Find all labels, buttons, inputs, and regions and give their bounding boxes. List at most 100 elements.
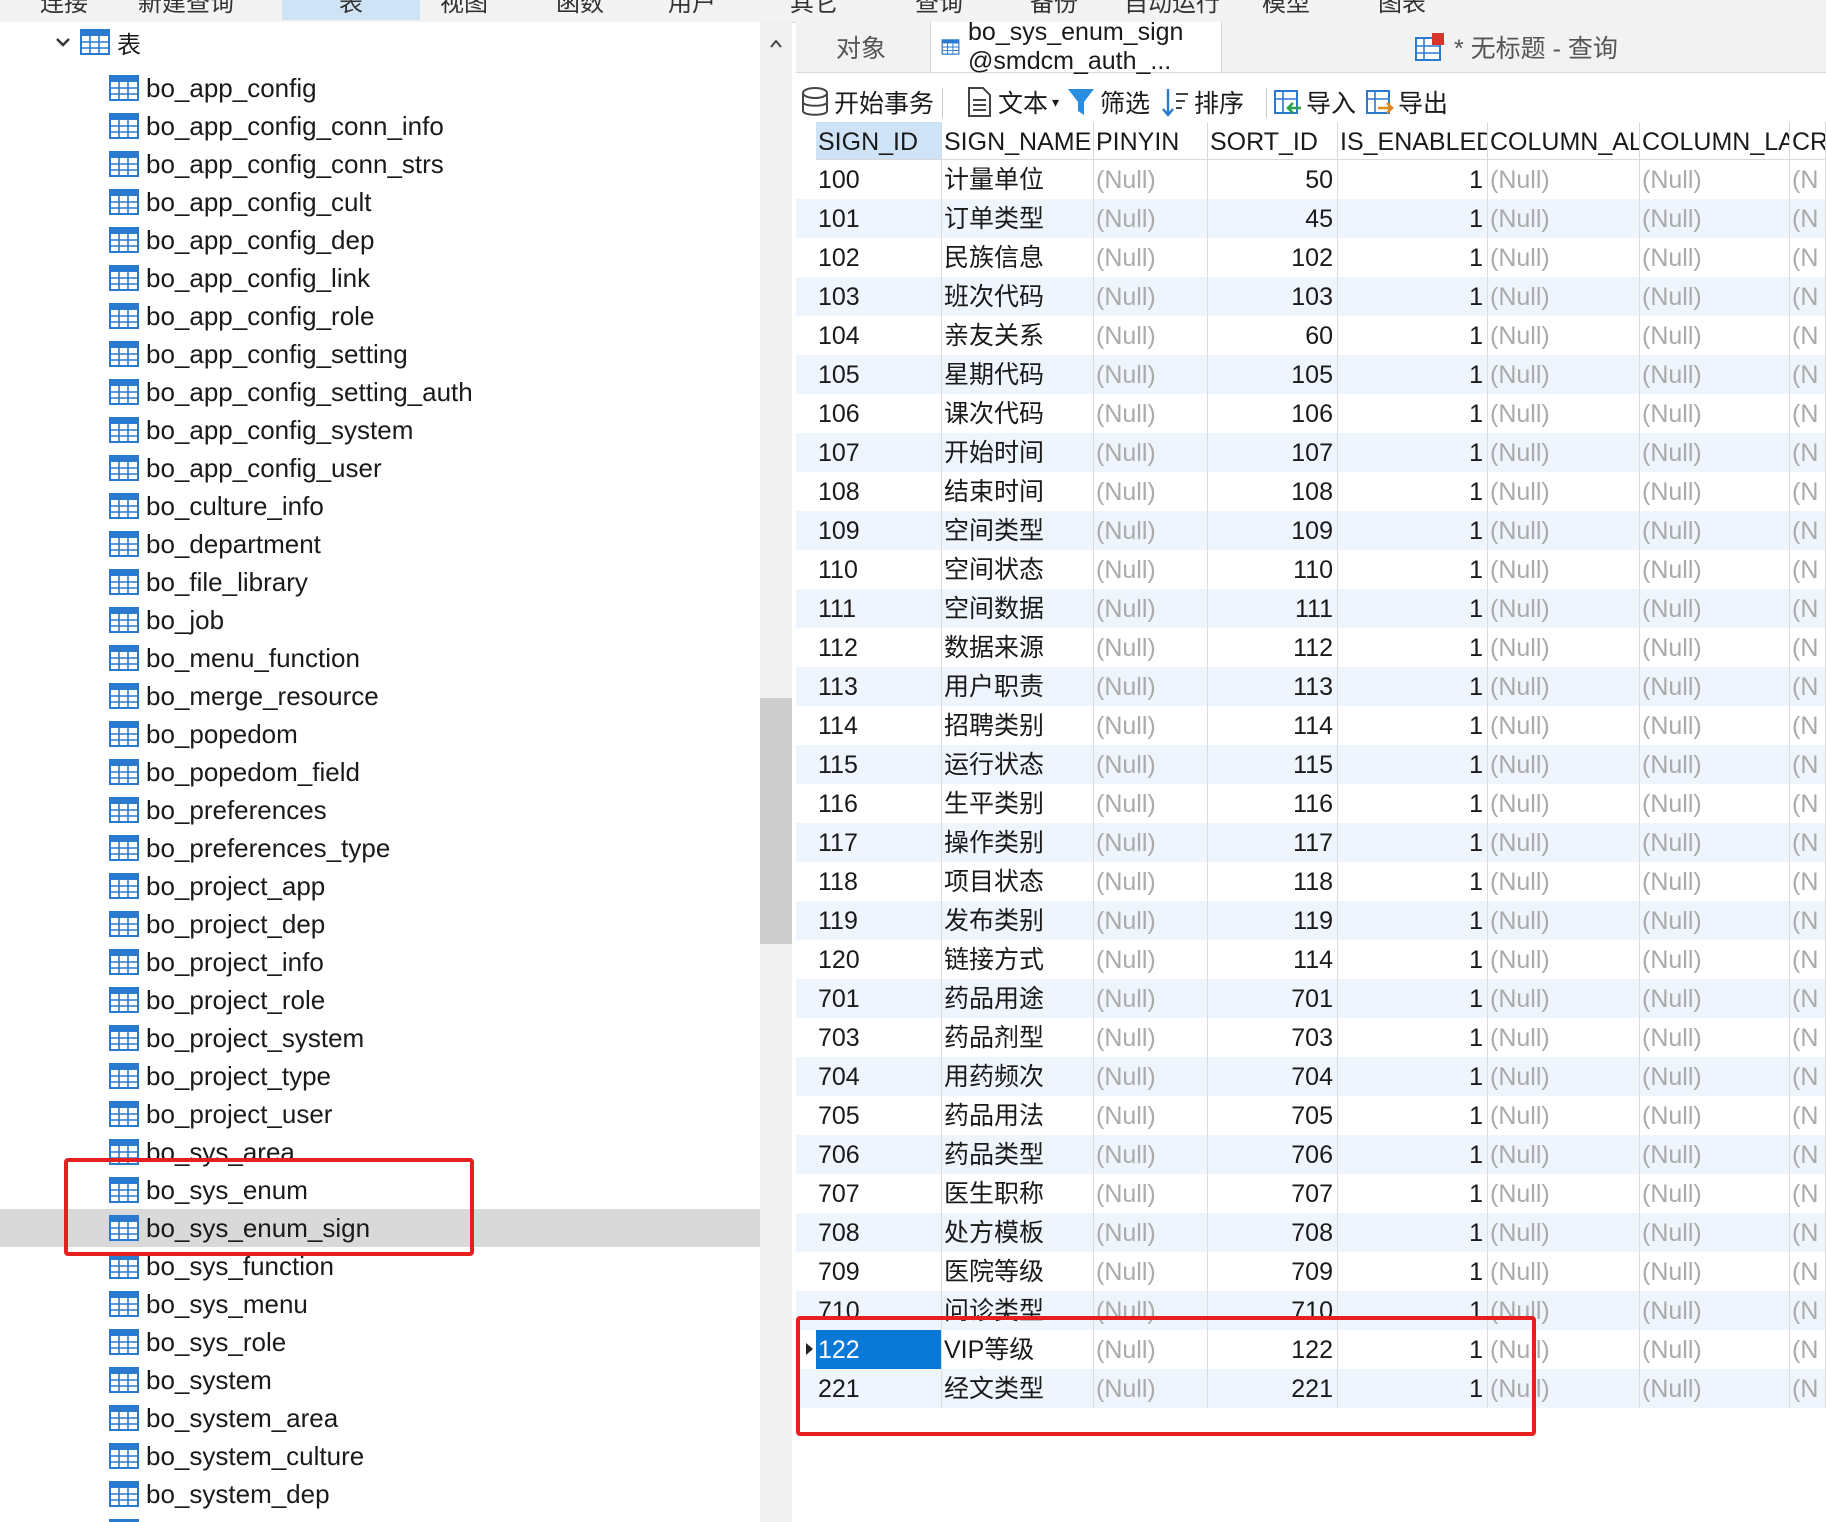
table-cell[interactable]: (Null) — [1488, 667, 1640, 706]
tree-item-table[interactable]: bo_app_config — [0, 69, 760, 107]
table-cell[interactable]: 45 — [1208, 199, 1338, 238]
tree-item-table[interactable]: bo_app_config_role — [0, 297, 760, 335]
table-cell[interactable]: (Null) — [1488, 511, 1640, 550]
table-cell[interactable]: (Null) — [1488, 277, 1640, 316]
table-cell[interactable]: 709 — [816, 1252, 942, 1291]
table-cell[interactable]: 发布类别 — [942, 901, 1094, 940]
table-row[interactable]: 113 用户职责 (Null) 113 1 (Null) (Null) (N — [796, 667, 1826, 706]
table-cell[interactable]: (Null) — [1094, 589, 1208, 628]
table-cell[interactable]: 701 — [1208, 979, 1338, 1018]
table-row[interactable]: 705 药品用法 (Null) 705 1 (Null) (Null) (N — [796, 1096, 1826, 1135]
table-cell[interactable]: 1 — [1338, 277, 1488, 316]
table-cell[interactable]: (N — [1790, 862, 1826, 901]
table-cell[interactable]: (Null) — [1488, 1252, 1640, 1291]
table-cell[interactable]: (Null) — [1094, 433, 1208, 472]
table-cell[interactable]: 1 — [1338, 1174, 1488, 1213]
table-cell[interactable]: 115 — [1208, 745, 1338, 784]
table-cell[interactable]: 112 — [1208, 628, 1338, 667]
tree-item-table[interactable]: bo_sys_enum_sign — [0, 1209, 760, 1247]
table-cell[interactable]: 项目状态 — [942, 862, 1094, 901]
table-cell[interactable]: (Null) — [1488, 940, 1640, 979]
table-cell[interactable]: (Null) — [1094, 706, 1208, 745]
tree-item-table[interactable]: bo_project_app — [0, 867, 760, 905]
table-cell[interactable]: 民族信息 — [942, 238, 1094, 277]
table-cell[interactable]: 1 — [1338, 199, 1488, 238]
table-cell[interactable]: 1 — [1338, 745, 1488, 784]
table-cell[interactable]: (N — [1790, 472, 1826, 511]
table-cell[interactable]: 50 — [1208, 160, 1338, 199]
menu-item[interactable]: 自动运行 — [1124, 0, 1220, 20]
column-header[interactable]: SORT_ID — [1208, 122, 1338, 160]
menu-item[interactable]: 连接 — [40, 0, 88, 20]
tree-item-table[interactable]: bo_app_config_system — [0, 411, 760, 449]
table-cell[interactable]: 105 — [1208, 355, 1338, 394]
table-cell[interactable]: 703 — [816, 1018, 942, 1057]
table-cell[interactable]: 104 — [816, 316, 942, 355]
tree-item-table[interactable]: bo_app_config_dep — [0, 221, 760, 259]
table-cell[interactable]: (Null) — [1640, 979, 1790, 1018]
table-row[interactable]: 119 发布类别 (Null) 119 1 (Null) (Null) (N — [796, 901, 1826, 940]
begin-transaction-button[interactable]: 开始事务 — [800, 80, 934, 124]
table-cell[interactable]: 112 — [816, 628, 942, 667]
table-cell[interactable]: (Null) — [1488, 433, 1640, 472]
column-header[interactable]: CR — [1790, 122, 1826, 160]
table-cell[interactable]: (Null) — [1640, 316, 1790, 355]
table-cell[interactable]: (Null) — [1488, 1135, 1640, 1174]
table-cell[interactable]: 1 — [1338, 1369, 1488, 1408]
table-cell[interactable]: 1 — [1338, 433, 1488, 472]
table-cell[interactable]: 招聘类别 — [942, 706, 1094, 745]
tree-item-table[interactable]: bo_sys_role — [0, 1323, 760, 1361]
table-cell[interactable]: (Null) — [1094, 1096, 1208, 1135]
table-cell[interactable]: (Null) — [1094, 1135, 1208, 1174]
table-cell[interactable]: (Null) — [1488, 1330, 1640, 1369]
table-cell[interactable]: 1 — [1338, 901, 1488, 940]
table-cell[interactable]: 111 — [816, 589, 942, 628]
table-row[interactable]: 710 问诊类型 (Null) 710 1 (Null) (Null) (N — [796, 1291, 1826, 1330]
table-cell[interactable]: 105 — [816, 355, 942, 394]
tree-item-table[interactable]: bo_file_library — [0, 563, 760, 601]
tree-item-table[interactable]: bo_system_menu — [0, 1513, 760, 1522]
tree-item-table[interactable]: bo_menu_function — [0, 639, 760, 677]
table-cell[interactable]: 1 — [1338, 355, 1488, 394]
table-row[interactable]: 706 药品类型 (Null) 706 1 (Null) (Null) (N — [796, 1135, 1826, 1174]
table-cell[interactable]: 119 — [816, 901, 942, 940]
table-cell[interactable]: (Null) — [1640, 433, 1790, 472]
table-cell[interactable]: (N — [1790, 1252, 1826, 1291]
table-cell[interactable]: (N — [1790, 784, 1826, 823]
tree-item-table[interactable]: bo_popedom_field — [0, 753, 760, 791]
table-cell[interactable]: (Null) — [1640, 355, 1790, 394]
table-cell[interactable]: (Null) — [1094, 745, 1208, 784]
table-cell[interactable]: (Null) — [1640, 472, 1790, 511]
menu-item[interactable]: 备份 — [1030, 0, 1078, 20]
table-cell[interactable]: 117 — [816, 823, 942, 862]
tree-item-table[interactable]: bo_app_config_cult — [0, 183, 760, 221]
table-cell[interactable]: 111 — [1208, 589, 1338, 628]
tree-item-table[interactable]: bo_project_type — [0, 1057, 760, 1095]
table-cell[interactable]: 1 — [1338, 1057, 1488, 1096]
table-cell[interactable]: 119 — [1208, 901, 1338, 940]
table-cell[interactable]: 120 — [816, 940, 942, 979]
table-cell[interactable]: (Null) — [1488, 823, 1640, 862]
table-cell[interactable]: 药品用途 — [942, 979, 1094, 1018]
table-cell[interactable]: (Null) — [1640, 667, 1790, 706]
table-cell[interactable]: (Null) — [1640, 745, 1790, 784]
table-cell[interactable]: 1 — [1338, 316, 1488, 355]
table-cell[interactable]: (Null) — [1640, 1018, 1790, 1057]
table-cell[interactable]: (Null) — [1488, 1174, 1640, 1213]
table-cell[interactable]: 116 — [1208, 784, 1338, 823]
table-cell[interactable]: 开始时间 — [942, 433, 1094, 472]
table-cell[interactable]: 课次代码 — [942, 394, 1094, 433]
tree-item-table[interactable]: bo_merge_resource — [0, 677, 760, 715]
table-row[interactable]: 111 空间数据 (Null) 111 1 (Null) (Null) (N — [796, 589, 1826, 628]
table-cell[interactable]: (N — [1790, 745, 1826, 784]
table-cell[interactable]: 108 — [816, 472, 942, 511]
table-cell[interactable]: (Null) — [1488, 355, 1640, 394]
table-cell[interactable]: (Null) — [1094, 394, 1208, 433]
table-cell[interactable]: 103 — [1208, 277, 1338, 316]
table-cell[interactable]: (Null) — [1094, 823, 1208, 862]
filter-button[interactable]: 筛选 — [1066, 80, 1150, 124]
tree-item-table[interactable]: bo_app_config_user — [0, 449, 760, 487]
table-cell[interactable]: 1 — [1338, 1096, 1488, 1135]
table-cell[interactable]: 医生职称 — [942, 1174, 1094, 1213]
table-cell[interactable]: 106 — [1208, 394, 1338, 433]
